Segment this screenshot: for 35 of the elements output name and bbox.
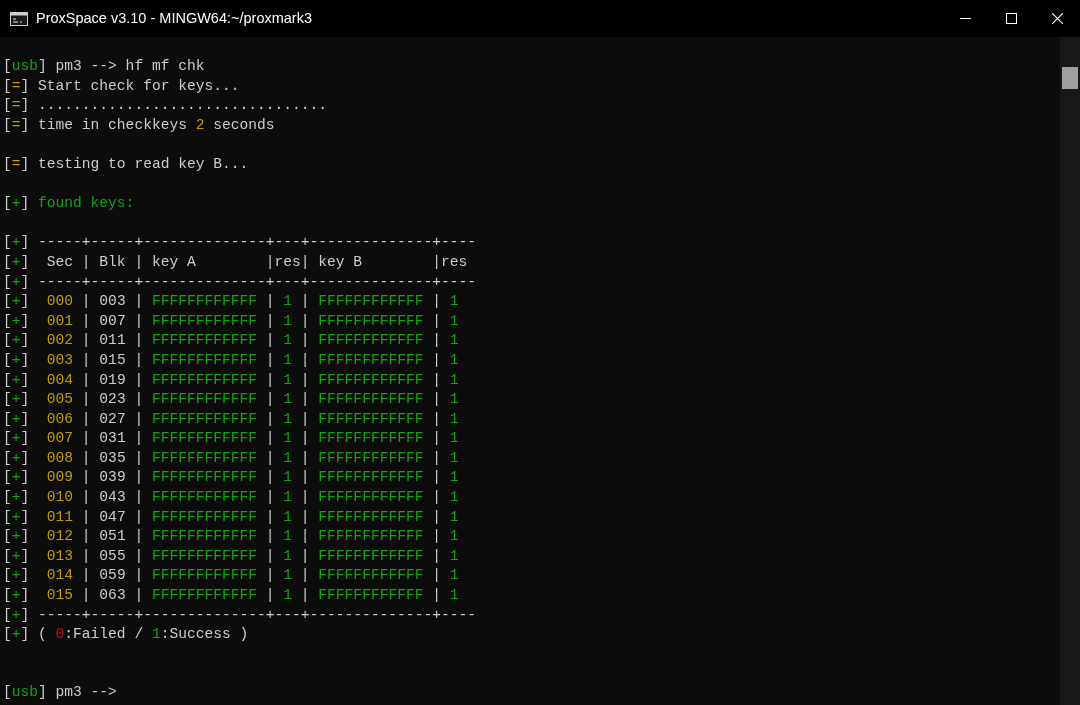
terminal-line: [+] 009 | 039 | FFFFFFFFFFFF | 1 | FFFFFFFFFFFF | 1: [3, 468, 459, 488]
terminal-line: [+] -----+-----+--------------+---+--------------+----: [3, 605, 476, 625]
terminal-line: [+] 008 | 035 | FFFFFFFFFFFF | 1 | FFFFFFFFFFFF | 1: [3, 448, 459, 468]
terminal-line: [+] 007 | 031 | FFFFFFFFFFFF | 1 | FFFFFFFFFFFF | 1: [3, 429, 459, 449]
close-icon: [1051, 13, 1063, 24]
terminal-line: [+] 006 | 027 | FFFFFFFFFFFF | 1 | FFFFFFFFFFFF | 1: [3, 409, 459, 429]
terminal-line: [+] -----+-----+--------------+---+--------------+----: [3, 272, 476, 292]
terminal-line: [usb] pm3 --> hf mf chk: [3, 57, 205, 76]
scrollbar-thumb[interactable]: [1062, 67, 1078, 89]
terminal-line: [+] 011 | 047 | FFFFFFFFFFFF | 1 | FFFFFFFFFFFF | 1: [3, 507, 459, 527]
terminal-line: [+] 003 | 015 | FFFFFFFFFFFF | 1 | FFFFFFFFFFFF | 1: [3, 350, 459, 370]
terminal-line: [usb] pm3 -->: [3, 683, 117, 703]
maximize-icon: [1005, 13, 1017, 24]
terminal-line: [+] 012 | 051 | FFFFFFFFFFFF | 1 | FFFFFFFFFFFF | 1: [3, 527, 459, 547]
terminal-line: [=] testing to read key B...: [3, 154, 249, 174]
terminal-line: [+] Sec | Blk | key A |res| key B |res: [3, 252, 468, 272]
terminal-line: [+] 014 | 059 | FFFFFFFFFFFF | 1 | FFFFFFFFFFFF | 1: [3, 566, 459, 586]
terminal-line: [+] 002 | 011 | FFFFFFFFFFFF | 1 | FFFFFFFFFFFF | 1: [3, 331, 459, 351]
terminal-line: [+] 015 | 063 | FFFFFFFFFFFF | 1 | FFFFFFFFFFFF | 1: [3, 586, 459, 606]
terminal-line: [+] -----+-----+--------------+---+--------------+----: [3, 233, 476, 253]
terminal-line: [=] Start check for keys...: [3, 76, 240, 96]
terminal-line: [+] 000 | 003 | FFFFFFFFFFFF | 1 | FFFFFFFFFFFF | 1: [3, 292, 459, 312]
terminal-line: [+] ( 0:Failed / 1:Success ): [3, 625, 249, 645]
terminal-line: [=] time in checkkeys 2 seconds: [3, 115, 275, 135]
minimize-icon: [959, 18, 971, 19]
terminal-line: [+] found keys:: [3, 194, 135, 214]
terminal-line: [+] 010 | 043 | FFFFFFFFFFFF | 1 | FFFFFFFFFFFF | 1: [3, 488, 459, 508]
terminal-line: [+] 005 | 023 | FFFFFFFFFFFF | 1 | FFFFFFFFFFFF | 1: [3, 390, 459, 410]
terminal-line: [+] 013 | 055 | FFFFFFFFFFFF | 1 | FFFFFFFFFFFF | 1: [3, 546, 459, 566]
terminal-line: [=] .................................: [3, 96, 328, 116]
window-title: ProxSpace v3.10 - MINGW64:~/proxmark3: [36, 8, 312, 28]
terminal-icon: [10, 11, 28, 26]
terminal-line: [+] 001 | 007 | FFFFFFFFFFFF | 1 | FFFFFFFFFFFF | 1: [3, 311, 459, 331]
terminal-line: [+] 004 | 019 | FFFFFFFFFFFF | 1 | FFFFFFFFFFFF | 1: [3, 370, 459, 390]
scrollbar[interactable]: [1060, 37, 1080, 705]
